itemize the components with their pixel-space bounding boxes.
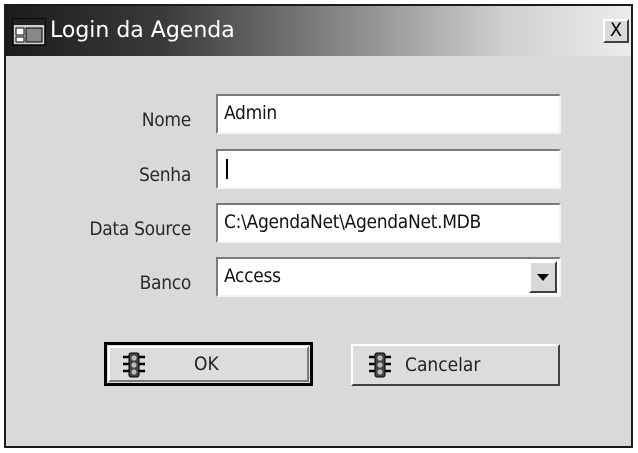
banco-selected-value: Access: [224, 265, 281, 287]
title-bar[interactable]: Login da Agenda X: [6, 6, 631, 56]
app-window-icon: [12, 18, 46, 46]
login-dialog: Login da Agenda X Nome Admin Senha Data …: [4, 4, 633, 448]
close-button[interactable]: X: [603, 19, 629, 43]
chevron-down-icon[interactable]: [529, 261, 557, 293]
traffic-light-icon: [123, 352, 145, 378]
cancel-button[interactable]: Cancelar: [351, 344, 560, 386]
cancel-button-label: Cancelar: [405, 354, 481, 376]
banco-select[interactable]: Access: [216, 257, 561, 297]
nome-label: Nome: [141, 109, 192, 131]
ok-button[interactable]: OK: [104, 342, 313, 386]
banco-label: Banco: [139, 272, 192, 294]
ok-button-label: OK: [194, 353, 219, 375]
data-source-label: Data Source: [89, 218, 191, 240]
window-title: Login da Agenda: [50, 18, 235, 43]
traffic-light-icon: [369, 352, 391, 378]
text-caret: [226, 159, 228, 179]
senha-input[interactable]: [216, 149, 561, 189]
nome-input[interactable]: Admin: [216, 94, 561, 134]
senha-label: Senha: [138, 164, 191, 186]
data-source-input[interactable]: C:\AgendaNet\AgendaNet.MDB: [216, 203, 561, 243]
close-icon: X: [610, 19, 622, 41]
